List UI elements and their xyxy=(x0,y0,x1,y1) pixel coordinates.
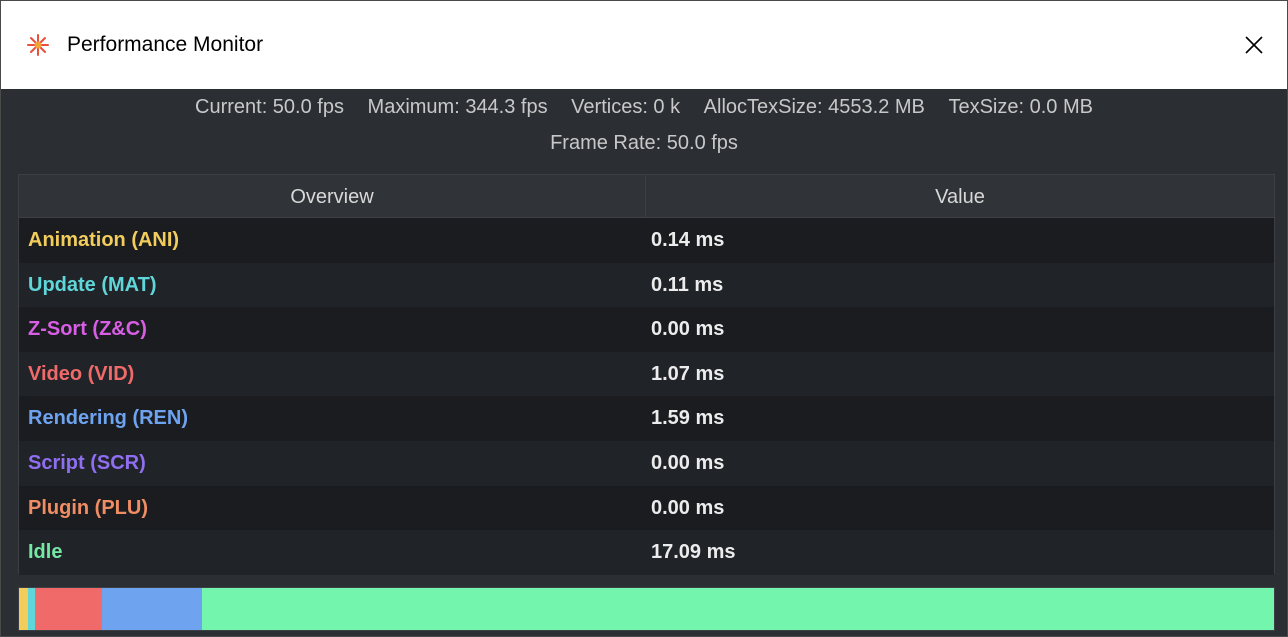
row-value: 1.59 ms xyxy=(651,407,725,430)
stats-line: Current: 50.0 fps Maximum: 344.3 fps Ver… xyxy=(1,93,1287,121)
overview-column-header[interactable]: Overview xyxy=(19,175,646,217)
bar-segment-animation xyxy=(19,588,28,630)
bar-segment-rendering xyxy=(101,588,202,630)
close-button[interactable] xyxy=(1221,1,1287,89)
row-label: Script (SCR) xyxy=(28,451,146,474)
row-value: 0.00 ms xyxy=(651,496,725,519)
current-fps: Current: 50.0 fps xyxy=(195,96,344,118)
frame-rate: Frame Rate: 50.0 fps xyxy=(550,132,738,154)
bar-segment-idle xyxy=(201,588,1274,630)
table-row[interactable]: Idle 17.09 ms xyxy=(19,530,1274,575)
timing-table: Overview Value Animation (ANI) 0.14 ms Upd… xyxy=(18,174,1275,575)
row-value: 0.11 ms xyxy=(651,273,724,296)
vertices-count: Vertices: 0 k xyxy=(571,96,681,118)
row-label: Plugin (PLU) xyxy=(28,496,148,519)
alloc-tex-size: AllocTexSize: 4553.2 MB xyxy=(703,96,925,118)
table-row[interactable]: Plugin (PLU) 0.00 ms xyxy=(19,485,1274,531)
row-value: 0.00 ms xyxy=(651,451,725,474)
row-value: 17.09 ms xyxy=(651,541,736,564)
row-label: Animation (ANI) xyxy=(28,229,180,251)
table-row[interactable]: Update (MAT) 0.11 ms xyxy=(19,262,1274,308)
window-title: Performance Monitor xyxy=(67,33,264,56)
bar-segment-update xyxy=(27,588,35,630)
bar-segment-video xyxy=(34,588,102,630)
row-value: 0.14 ms xyxy=(651,229,725,251)
app-logo-icon xyxy=(27,34,49,56)
table-row[interactable]: Script (SCR) 0.00 ms xyxy=(19,440,1274,486)
row-value: 0.00 ms xyxy=(651,318,725,341)
performance-monitor-window: Performance Monitor Current: 50.0 fps Ma… xyxy=(0,0,1288,637)
timing-bar xyxy=(18,587,1275,631)
row-label: Video (VID) xyxy=(28,362,135,385)
row-label: Z-Sort (Z&C) xyxy=(28,318,147,341)
tex-size: TexSize: 0.0 MB xyxy=(948,96,1093,118)
title-bar: Performance Monitor xyxy=(1,1,1287,89)
table-header: Overview Value xyxy=(19,175,1274,218)
maximum-fps: Maximum: 344.3 fps xyxy=(367,96,548,118)
row-label: Idle xyxy=(28,541,63,564)
table-row[interactable]: Rendering (REN) 1.59 ms xyxy=(19,396,1274,441)
close-icon xyxy=(1245,36,1263,54)
table-row[interactable]: Z-Sort (Z&C) 0.00 ms xyxy=(19,307,1274,352)
value-column-header[interactable]: Value xyxy=(646,175,1274,217)
table-row[interactable]: Video (VID) 1.07 ms xyxy=(19,351,1274,397)
table-row[interactable]: Animation (ANI) 0.14 ms xyxy=(19,218,1274,263)
row-label: Rendering (REN) xyxy=(28,407,188,430)
row-value: 1.07 ms xyxy=(651,362,725,385)
table-body: Animation (ANI) 0.14 ms Update (MAT) 0.11 m… xyxy=(19,218,1274,575)
row-label: Update (MAT) xyxy=(28,273,157,296)
